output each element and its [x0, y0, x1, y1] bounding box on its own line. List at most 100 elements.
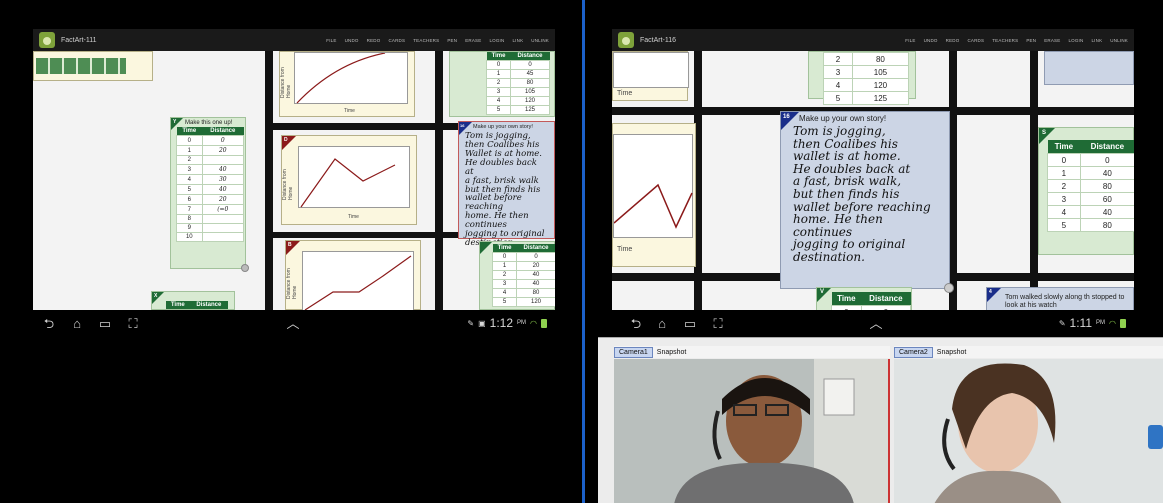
graph-card-d[interactable]: D Distance from Home Time: [281, 135, 417, 225]
graph-plot: [294, 52, 408, 104]
chevron-up-icon[interactable]: ︿: [285, 317, 301, 331]
cell: 2: [485, 78, 512, 88]
app-title: FactArt-116: [640, 36, 677, 44]
graph-card[interactable]: Distance from Home Time: [279, 51, 415, 117]
clock-ampm: PM: [517, 320, 527, 326]
system-nav-bar: ⮌ ⌂ ▭ ⛶ ︿ ✎ 1:11 PM ◠: [612, 310, 1134, 340]
cell: 2: [823, 52, 853, 66]
table-card-x[interactable]: X Time Distance: [151, 291, 235, 310]
menu-teachers[interactable]: TEACHERS: [992, 38, 1018, 43]
chevron-up-icon[interactable]: ︿: [868, 317, 884, 331]
menu-login[interactable]: LOGIN: [1068, 38, 1083, 43]
menu-redo[interactable]: REDO: [367, 38, 381, 43]
workspace-canvas[interactable]: Distance from Home Time D Distance from …: [33, 51, 555, 310]
menu-erase[interactable]: ERASE: [1044, 38, 1060, 43]
grid-divider: [435, 51, 443, 310]
menu-unlink[interactable]: UNLINK: [1110, 38, 1128, 43]
menu-unlink[interactable]: UNLINK: [531, 38, 549, 43]
table-card-s[interactable]: S Time Distance 00 1 40 2 80 3 60 4 40 5 80: [1038, 127, 1134, 255]
cell[interactable]: 40: [201, 184, 245, 195]
cell: 105: [510, 87, 550, 97]
menu-file[interactable]: FILE: [905, 38, 915, 43]
graph-card-b[interactable]: B Distance from Home: [285, 240, 421, 310]
grid-divider: [949, 51, 957, 310]
cell: 60: [1079, 192, 1134, 206]
menu-pen[interactable]: PEN: [447, 38, 457, 43]
card-palette[interactable]: [33, 51, 153, 81]
make-up-table-card[interactable]: Y Make this one up! Time Distance 00 1 20…: [170, 117, 249, 272]
cell: 3: [1047, 192, 1081, 206]
card-letter: B: [288, 242, 292, 248]
resize-handle[interactable]: [944, 283, 954, 293]
menu-link[interactable]: LINK: [512, 38, 523, 43]
graph-line: [304, 255, 412, 310]
cell[interactable]: [201, 232, 245, 242]
workspace-canvas[interactable]: Time 2 80 3 105 4 120 5 125 Time 16 Make up …: [612, 51, 1134, 310]
graph-line: [613, 183, 693, 229]
cell[interactable]: 40: [201, 164, 245, 175]
table-card-top[interactable]: Time Distance 00 1 45 2 80 3 105 4 120 5 125: [449, 51, 555, 117]
back-icon[interactable]: ⮌: [628, 317, 644, 331]
cell[interactable]: (=0: [201, 204, 245, 215]
cell: 1: [491, 261, 518, 271]
recent-apps-icon[interactable]: ▭: [97, 317, 113, 331]
home-icon[interactable]: ⌂: [69, 317, 85, 331]
data-table: Time Distance 00 1 20 2 40 3 40 4 80 5 120: [491, 244, 555, 307]
home-icon[interactable]: ⌂: [654, 317, 670, 331]
cell[interactable]: [201, 155, 245, 165]
menu-erase[interactable]: ERASE: [465, 38, 481, 43]
menu-file[interactable]: FILE: [326, 38, 336, 43]
graph-plot: [302, 251, 414, 310]
right-tablet-screen: FactArt-116 FILE UNDO REDO CARDS TEACHER…: [612, 29, 1134, 340]
menu-undo[interactable]: UNDO: [345, 38, 359, 43]
data-table: Time Distance 00 1 40 2 80 3 60 4 40 5 80: [1047, 140, 1134, 232]
table-card-bottom[interactable]: Time Distance 00 1 20 2 40 3 40 4 80 5 120: [479, 241, 555, 310]
cell: 40: [1079, 205, 1134, 219]
resize-handle[interactable]: [241, 264, 249, 272]
student-video-feed: [614, 359, 888, 503]
camera2-snapshot-tab[interactable]: Snapshot: [933, 348, 971, 357]
camera1-snapshot-tab[interactable]: Snapshot: [653, 348, 691, 357]
make-up-table: Time Distance 00 1 20 2 3 40 4 30 5 40 6 20 7…: [176, 127, 245, 242]
cell: 5: [485, 105, 512, 115]
menu-cards[interactable]: CARDS: [388, 38, 405, 43]
graph-card[interactable]: Time: [612, 51, 689, 101]
menu-cards[interactable]: CARDS: [967, 38, 984, 43]
cell[interactable]: 20: [201, 145, 245, 156]
col-header: Distance: [1080, 140, 1134, 154]
screenshot-icon[interactable]: ⛶: [710, 317, 726, 331]
cell: 105: [851, 65, 910, 79]
cell: 4: [485, 96, 512, 106]
cell: 2: [176, 155, 203, 165]
cell: 20: [516, 261, 555, 271]
table-card-top[interactable]: 2 80 3 105 4 120 5 125: [808, 51, 916, 105]
cell[interactable]: [201, 214, 245, 224]
menu-teachers[interactable]: TEACHERS: [413, 38, 439, 43]
cell[interactable]: 30: [201, 174, 245, 185]
back-icon[interactable]: ⮌: [41, 317, 57, 331]
menu-link[interactable]: LINK: [1091, 38, 1102, 43]
cell[interactable]: 20: [201, 194, 245, 205]
recent-apps-icon[interactable]: ▭: [682, 317, 698, 331]
story-handwriting: Tom is jogging, then Coalibes his wallet…: [781, 125, 949, 264]
cell: 80: [516, 288, 555, 298]
menu-undo[interactable]: UNDO: [924, 38, 938, 43]
screenshot-icon[interactable]: ⛶: [125, 317, 141, 331]
graph-y-label: Distance from Home: [286, 268, 298, 299]
cell[interactable]: 0: [201, 135, 245, 146]
camera1-tab[interactable]: Camera1: [614, 346, 653, 358]
cell: 120: [516, 297, 555, 307]
camera2-video: [894, 359, 1163, 503]
menu-login[interactable]: LOGIN: [489, 38, 504, 43]
menu-redo[interactable]: REDO: [946, 38, 960, 43]
story-card[interactable]: 16 Make up your own story! Tom is joggin…: [458, 121, 555, 247]
story-card[interactable]: 16 Make up your own story! Tom is joggin…: [780, 111, 954, 293]
table-card-v[interactable]: V Time Distance 00 120: [816, 287, 912, 310]
story-card-remnant[interactable]: [1044, 51, 1134, 85]
menu-pen[interactable]: PEN: [1026, 38, 1036, 43]
camera2-tab[interactable]: Camera2: [894, 346, 933, 358]
story-text-card[interactable]: 4 Tom walked slowly along th stopped to …: [986, 287, 1134, 310]
cell[interactable]: [201, 223, 245, 233]
graph-card[interactable]: Time: [612, 123, 696, 267]
story-handwriting: Tom is jogging, then Coalibes his Wallet…: [459, 132, 554, 248]
